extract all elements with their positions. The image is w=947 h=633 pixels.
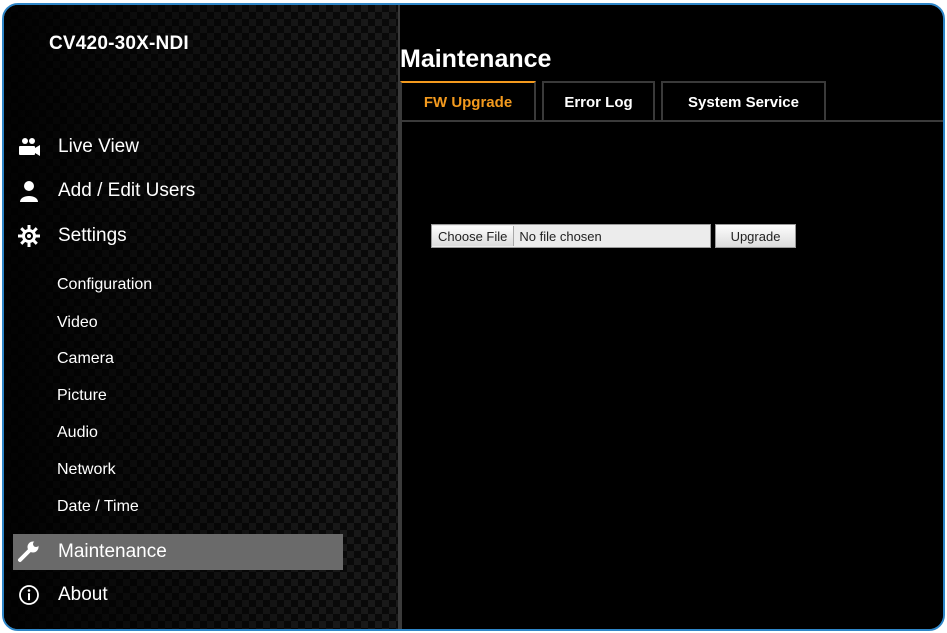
tab-underline — [400, 120, 943, 122]
device-name: CV420-30X-NDI — [49, 33, 189, 54]
sub-camera[interactable]: Camera — [57, 350, 114, 368]
upgrade-button[interactable]: Upgrade — [715, 224, 796, 248]
nav-about-label: About — [58, 584, 108, 605]
info-icon — [16, 582, 42, 608]
tab-error-log[interactable]: Error Log — [542, 81, 655, 121]
user-icon — [16, 178, 42, 204]
page-title: Maintenance — [400, 45, 552, 73]
sub-network[interactable]: Network — [57, 461, 116, 479]
sub-configuration[interactable]: Configuration — [57, 276, 152, 294]
nav-live-view-label: Live View — [58, 136, 139, 157]
tab-panel-border — [400, 120, 402, 629]
file-status-text: No file chosen — [519, 228, 602, 244]
nav-settings-label: Settings — [58, 225, 127, 246]
file-input[interactable]: Choose File No file chosen — [431, 224, 711, 248]
choose-file-button[interactable]: Choose File — [432, 226, 515, 246]
nav-users-label: Add / Edit Users — [58, 180, 196, 201]
tab-bar: FW Upgrade Error Log System Service — [400, 81, 943, 121]
nav-settings[interactable]: Settings — [4, 218, 127, 254]
nav-maintenance[interactable]: Maintenance — [4, 534, 167, 570]
wrench-icon — [16, 539, 42, 565]
nav-live-view[interactable]: Live View — [4, 129, 139, 165]
tab-fw-upgrade[interactable]: FW Upgrade — [400, 81, 536, 121]
sub-video[interactable]: Video — [57, 314, 98, 332]
nav-maintenance-label: Maintenance — [58, 541, 167, 562]
tab-system-service[interactable]: System Service — [661, 81, 826, 121]
sub-datetime[interactable]: Date / Time — [57, 498, 139, 516]
gear-icon — [16, 223, 42, 249]
camera-icon — [16, 134, 42, 160]
main-content: Maintenance FW Upgrade Error Log System … — [400, 5, 943, 629]
nav-users[interactable]: Add / Edit Users — [4, 173, 195, 209]
sub-audio[interactable]: Audio — [57, 424, 98, 442]
nav-about[interactable]: About — [4, 577, 108, 613]
app-window: CV420-30X-NDI Live View Add / Edit Users — [2, 3, 945, 631]
sub-picture[interactable]: Picture — [57, 387, 107, 405]
